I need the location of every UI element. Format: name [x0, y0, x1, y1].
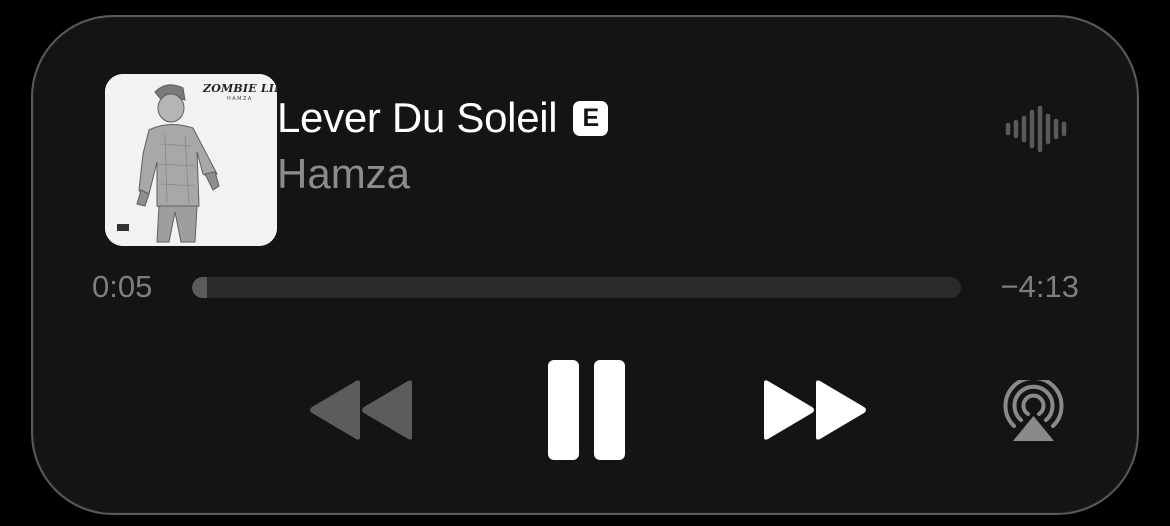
progress-fill	[192, 277, 208, 298]
artist-name[interactable]: Hamza	[277, 150, 410, 198]
artwork-label: ZOMBIE LIFE	[203, 82, 277, 95]
airplay-icon	[1003, 380, 1064, 441]
elapsed-time: 0:05	[92, 269, 153, 304]
fast-forward-button[interactable]	[760, 379, 868, 441]
rewind-button[interactable]	[308, 379, 416, 441]
explicit-badge: E	[573, 100, 609, 136]
rewind-icon	[310, 380, 412, 440]
track-title[interactable]: Lever Du Soleil	[277, 94, 558, 142]
pause-button[interactable]	[548, 360, 625, 460]
album-artwork[interactable]: ZOMBIE LIFE HAMZA	[105, 74, 277, 246]
artwork-sublabel: HAMZA	[227, 96, 253, 102]
title-row: Lever Du Soleil E	[277, 92, 609, 144]
remaining-time: −4:13	[1000, 269, 1079, 304]
pause-icon	[548, 360, 625, 460]
waveform-icon	[1004, 105, 1070, 153]
now-playing-widget: ZOMBIE LIFE HAMZA Lever Du Soleil E Hamz…	[31, 15, 1139, 515]
progress-scrubber[interactable]	[192, 277, 961, 298]
fast-forward-icon	[764, 380, 866, 440]
airplay-button[interactable]	[1000, 380, 1067, 442]
